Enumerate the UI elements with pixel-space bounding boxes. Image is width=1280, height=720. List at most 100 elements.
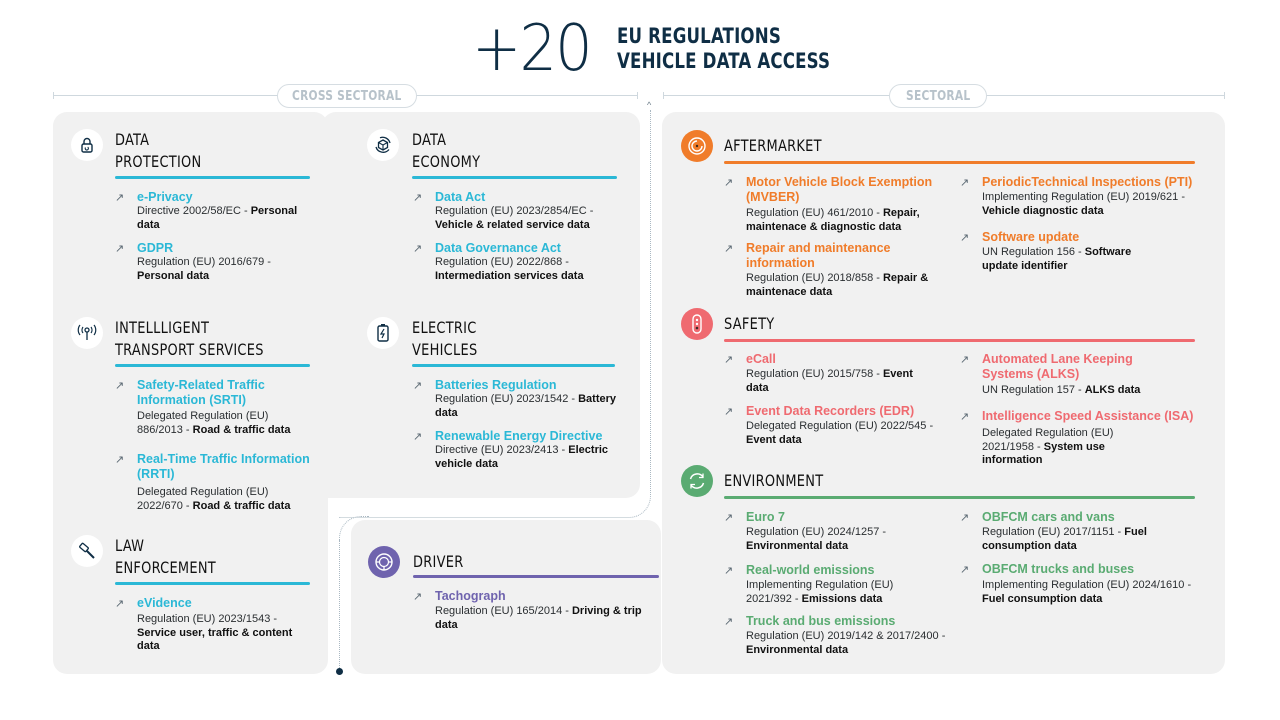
- regulation-desc: Regulation (EU) 461/2010 - Repair, maint…: [746, 207, 920, 233]
- regulation-link[interactable]: Event Data Recorders (EDR): [746, 404, 914, 419]
- steering-wheel-icon: [368, 546, 400, 578]
- page-title-line-2: VEHICLE DATA ACCESS: [617, 49, 831, 73]
- external-link-icon: ↗: [115, 598, 125, 610]
- connector-line-vertical: [650, 110, 651, 458]
- external-link-icon: ↗: [115, 454, 125, 466]
- external-link-icon: ↗: [960, 354, 970, 366]
- regulation-link[interactable]: eVidence: [137, 596, 192, 611]
- regulation-desc: Delegated Regulation (EU) 2021/1958 - Sy…: [982, 427, 1114, 466]
- external-link-icon: ↗: [960, 177, 970, 189]
- page-title-line-1: EU REGULATIONS: [617, 24, 782, 48]
- gavel-icon: [71, 535, 103, 567]
- section-title: ENVIRONMENT: [724, 471, 824, 490]
- regulation-desc: Regulation (EU) 2017/1151 - Fuel consump…: [982, 526, 1147, 552]
- external-link-icon: ↗: [413, 380, 423, 392]
- regulation-link[interactable]: Data Act: [435, 190, 485, 205]
- regulation-desc: Regulation (EU) 165/2014 - Driving & tri…: [435, 605, 642, 631]
- section-title: INTELLLIGENT TRANSPORT SERVICES: [115, 318, 264, 359]
- regulation-link[interactable]: Safety-Related Traffic Information (SRTI…: [137, 378, 297, 408]
- section-rule: [115, 582, 310, 585]
- regulation-desc: Regulation (EU) 2022/868 - Intermediatio…: [435, 256, 584, 282]
- regulation-desc: Implementing Regulation (EU) 2021/392 - …: [746, 579, 894, 605]
- external-link-icon: ↗: [115, 192, 125, 204]
- regulation-link[interactable]: Motor Vehicle Block Exemption (MVBER): [746, 175, 946, 205]
- target-icon: [681, 130, 713, 162]
- section-rule: [724, 339, 1195, 342]
- external-link-icon: ↗: [413, 192, 423, 204]
- regulation-link[interactable]: eCall: [746, 352, 776, 367]
- regulation-desc: Regulation (EU) 2024/1257 - Environmenta…: [746, 526, 887, 552]
- regulation-link[interactable]: Euro 7: [746, 510, 785, 525]
- regulation-link[interactable]: OBFCM trucks and buses: [982, 562, 1134, 577]
- regulation-link[interactable]: Automated Lane Keeping Systems (ALKS): [982, 352, 1187, 382]
- antenna-icon: [71, 317, 103, 349]
- battery-icon: [367, 317, 399, 349]
- regulation-link[interactable]: Batteries Regulation: [435, 378, 557, 393]
- cube-cycle-icon: [367, 129, 399, 161]
- external-link-icon: ↗: [724, 512, 734, 524]
- regulation-link[interactable]: Renewable Energy Directive: [435, 429, 625, 444]
- sectoral-label: SECTORAL: [889, 84, 987, 108]
- regulation-desc: Delegated Regulation (EU) 2022/545 - Eve…: [746, 420, 934, 446]
- panel-driver: [351, 520, 661, 674]
- external-link-icon: ↗: [960, 564, 970, 576]
- section-title: AFTERMARKET: [724, 136, 822, 155]
- section-rule: [413, 575, 659, 578]
- external-link-icon: ↗: [724, 565, 734, 577]
- section-title: DRIVER: [413, 552, 464, 571]
- external-link-icon: ↗: [960, 512, 970, 524]
- recycle-icon: [681, 465, 713, 497]
- regulation-link[interactable]: e-Privacy: [137, 190, 193, 205]
- regulation-desc: Directive 2002/58/EC - Personal data: [137, 205, 298, 231]
- regulation-desc: Regulation (EU) 2023/1543 - Service user…: [137, 613, 293, 652]
- external-link-icon: ↗: [413, 591, 423, 603]
- regulation-count: +20: [472, 12, 593, 86]
- regulation-desc: Directive (EU) 2023/2413 - Electric vehi…: [435, 444, 609, 470]
- section-title: LAW ENFORCEMENT: [115, 536, 216, 577]
- section-rule: [724, 496, 1195, 499]
- regulation-desc: Regulation (EU) 2016/679 - Personal data: [137, 256, 271, 282]
- regulation-desc: Delegated Regulation (EU) 886/2013 - Roa…: [137, 410, 291, 436]
- section-title: SAFETY: [724, 314, 775, 333]
- regulation-desc: Regulation (EU) 2018/858 - Repair & main…: [746, 272, 929, 298]
- external-link-icon: ↗: [724, 243, 734, 255]
- regulation-link[interactable]: GDPR: [137, 241, 173, 256]
- regulation-link[interactable]: Intelligence Speed Assistance (ISA): [982, 409, 1193, 424]
- section-rule: [115, 176, 310, 179]
- external-link-icon: ↗: [724, 406, 734, 418]
- cross-sectoral-label: CROSS SECTORAL: [277, 84, 417, 108]
- regulation-link[interactable]: Real-world emissions: [746, 563, 875, 578]
- connector-line-down: [339, 540, 340, 668]
- regulation-link[interactable]: Software update: [982, 230, 1079, 245]
- connector-end-dot: [336, 668, 343, 675]
- regulation-link[interactable]: Repair and maintenance information: [746, 241, 906, 271]
- regulation-link[interactable]: Data Governance Act: [435, 241, 561, 256]
- external-link-icon: ↗: [960, 411, 970, 423]
- regulation-link[interactable]: Real-Time Traffic Information (RRTI): [137, 452, 315, 482]
- external-link-icon: ↗: [413, 243, 423, 255]
- section-rule: [412, 364, 615, 367]
- regulation-desc: Regulation (EU) 2023/1542 - Battery data: [435, 393, 616, 419]
- regulation-link[interactable]: Tachograph: [435, 589, 506, 604]
- regulation-desc: UN Regulation 156 - Software update iden…: [982, 246, 1132, 272]
- external-link-icon: ↗: [724, 616, 734, 628]
- external-link-icon: ↗: [115, 380, 125, 392]
- regulation-desc: Regulation (EU) 2023/2854/EC - Vehicle &…: [435, 205, 594, 231]
- regulation-link[interactable]: OBFCM cars and vans: [982, 510, 1115, 525]
- section-rule: [724, 161, 1195, 164]
- traffic-light-icon: [681, 308, 713, 340]
- external-link-icon: ↗: [960, 232, 970, 244]
- regulation-link[interactable]: Truck and bus emissions: [746, 614, 895, 629]
- section-title: DATA ECONOMY: [412, 130, 481, 171]
- page-title: EU REGULATIONS VEHICLE DATA ACCESS: [617, 24, 830, 74]
- section-title: DATA PROTECTION: [115, 130, 202, 171]
- external-link-icon: ↗: [724, 177, 734, 189]
- section-title: ELECTRIC VEHICLES: [412, 318, 478, 359]
- page-header: +20 EU REGULATIONS VEHICLE DATA ACCESS: [472, 14, 859, 84]
- up-caret-icon: ^: [647, 100, 652, 110]
- regulation-link[interactable]: PeriodicTechnical Inspections (PTI): [982, 175, 1202, 190]
- regulation-desc: UN Regulation 157 - ALKS data: [982, 384, 1141, 396]
- regulation-desc: Regulation (EU) 2019/142 & 2017/2400 - E…: [746, 630, 946, 656]
- external-link-icon: ↗: [115, 243, 125, 255]
- section-rule: [115, 364, 310, 367]
